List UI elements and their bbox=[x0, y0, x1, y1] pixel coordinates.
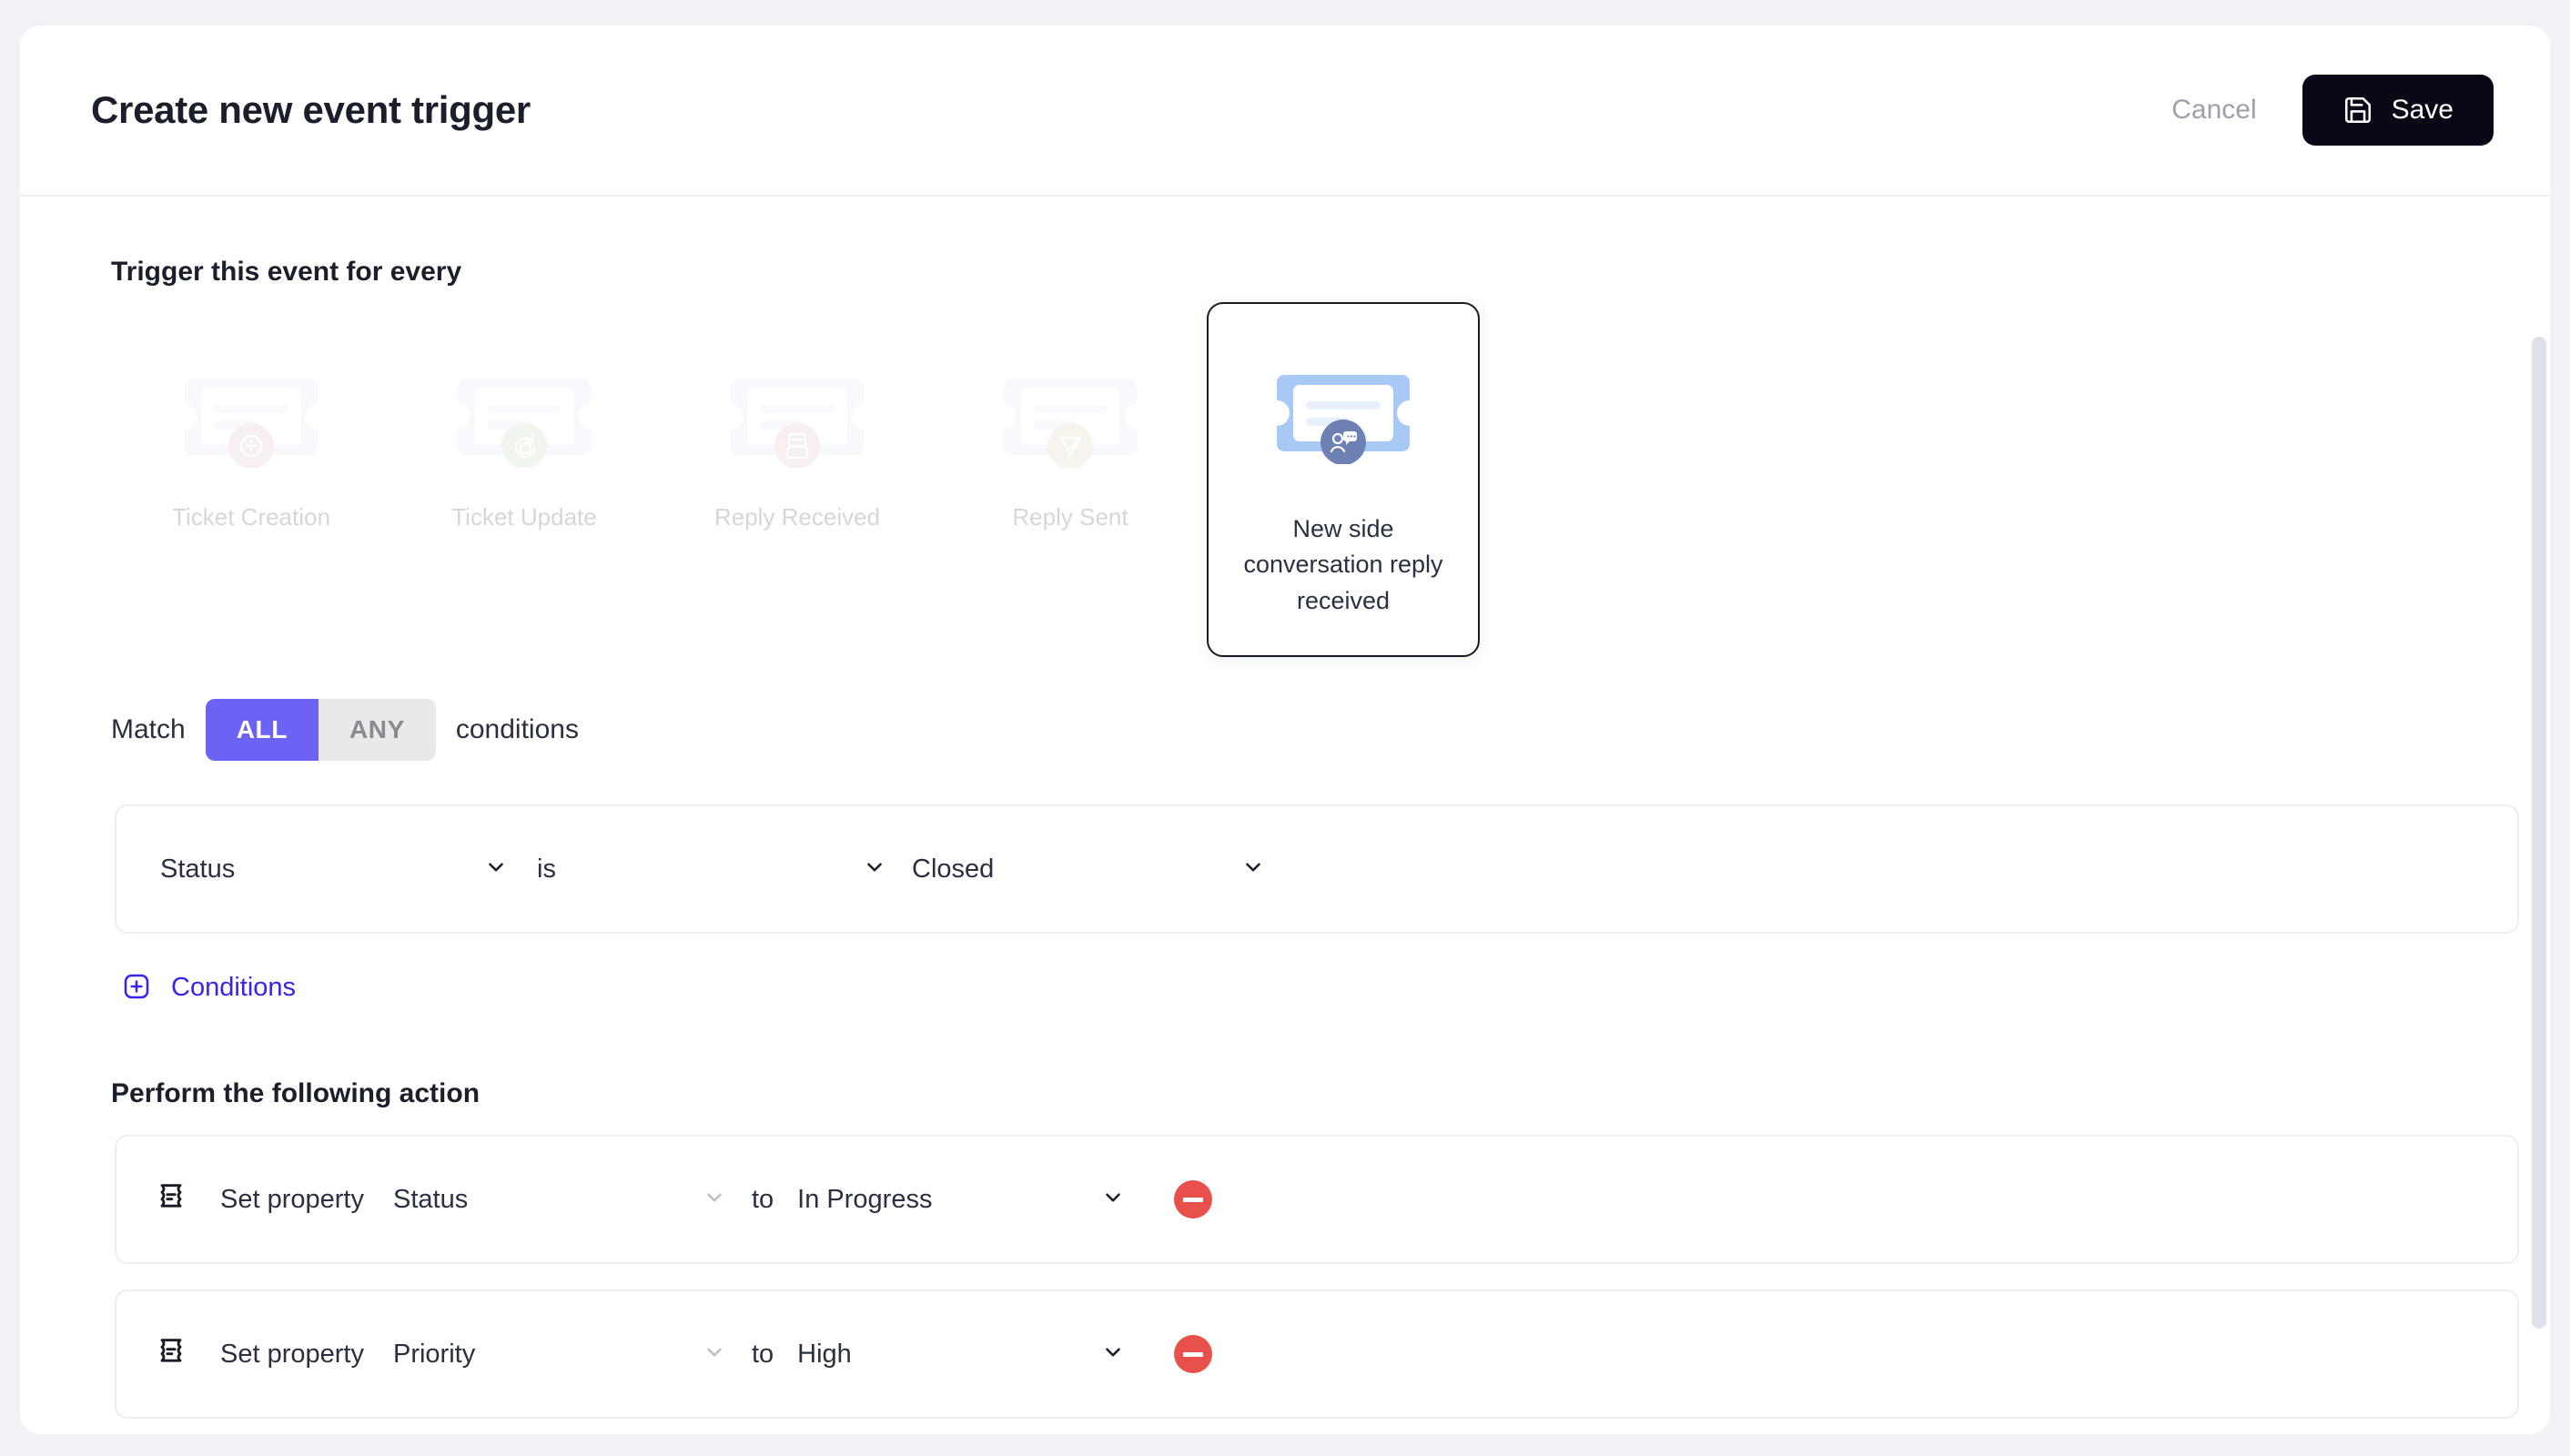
action-value-value: High bbox=[797, 1339, 852, 1369]
match-conditions-row: Match ALL ANY conditions bbox=[20, 699, 2550, 761]
action-row: Set property Priority to High bbox=[115, 1289, 2519, 1419]
trigger-card-label: Reply Sent bbox=[1012, 503, 1128, 531]
condition-value-value: Closed bbox=[912, 854, 995, 884]
condition-operator-value: is bbox=[537, 854, 556, 884]
add-conditions-label: Conditions bbox=[171, 973, 297, 1002]
trigger-card-reply-received[interactable]: Reply Received bbox=[661, 315, 934, 564]
page-scrollbar-track[interactable] bbox=[2532, 0, 2570, 1456]
trigger-card-ticket-creation[interactable]: Ticket Creation bbox=[115, 315, 388, 564]
action-value-select[interactable]: High bbox=[797, 1340, 1134, 1370]
action-verb-label: Set property bbox=[220, 1184, 364, 1214]
ticket-outline-icon bbox=[153, 1334, 189, 1375]
page-title: Create new event trigger bbox=[91, 88, 531, 131]
condition-property-select[interactable]: Status bbox=[138, 854, 521, 885]
trigger-card-reply-sent[interactable]: Reply Sent bbox=[934, 315, 1207, 564]
action-verb-label: Set property bbox=[220, 1339, 364, 1369]
action-property-value: Status bbox=[392, 1184, 469, 1214]
condition-property-value: Status bbox=[160, 854, 236, 884]
chevron-down-icon bbox=[703, 1186, 726, 1214]
cancel-button[interactable]: Cancel bbox=[2168, 86, 2260, 135]
actions-section-heading: Perform the following action bbox=[111, 1078, 481, 1108]
chevron-down-icon bbox=[863, 855, 886, 884]
chevron-down-icon bbox=[484, 855, 508, 884]
match-mode-all-button[interactable]: ALL bbox=[205, 699, 319, 761]
action-value-value: In Progress bbox=[797, 1184, 933, 1214]
ticket-creation-icon bbox=[179, 366, 323, 469]
save-button[interactable]: Save bbox=[2302, 75, 2494, 146]
match-prefix-label: Match bbox=[111, 714, 186, 744]
minus-circle-icon bbox=[1183, 1351, 1204, 1357]
page-scrollbar-thumb[interactable] bbox=[2532, 337, 2546, 1329]
ticket-update-icon bbox=[452, 366, 596, 469]
trigger-card-label: Reply Received bbox=[713, 503, 881, 531]
floppy-disk-icon bbox=[2342, 95, 2373, 126]
trigger-section-label: Trigger this event for every bbox=[111, 257, 462, 287]
condition-row: Status is Closed bbox=[115, 804, 2519, 934]
reply-sent-icon bbox=[998, 366, 1142, 469]
chevron-down-icon bbox=[703, 1340, 726, 1369]
action-value-select[interactable]: In Progress bbox=[797, 1185, 1134, 1215]
chevron-down-icon bbox=[1101, 1340, 1125, 1369]
chevron-down-icon bbox=[1241, 855, 1265, 884]
trigger-card-new-side-conversation-reply-received[interactable]: New side conversation reply received bbox=[1207, 302, 1480, 657]
save-button-label: Save bbox=[2391, 95, 2454, 125]
action-property-select[interactable]: Priority bbox=[393, 1340, 739, 1370]
ticket-outline-icon bbox=[153, 1179, 189, 1220]
condition-operator-select[interactable]: is bbox=[521, 854, 895, 885]
create-event-trigger-sheet: Create new event trigger Cancel Save Tri… bbox=[20, 25, 2550, 1434]
remove-action-button[interactable] bbox=[1174, 1335, 1213, 1373]
trigger-card-label: Ticket Creation bbox=[172, 503, 330, 531]
plus-square-icon bbox=[122, 972, 151, 1004]
match-mode-any-button[interactable]: ANY bbox=[318, 699, 436, 761]
trigger-card-label: New side conversation reply received bbox=[1243, 515, 1443, 614]
action-connector-label: to bbox=[751, 1184, 774, 1214]
dialog-body: Trigger this event for every Ticket Crea… bbox=[20, 197, 2550, 1432]
trigger-card-label: Ticket Update bbox=[451, 503, 597, 531]
match-suffix-label: conditions bbox=[455, 714, 579, 744]
reply-received-icon bbox=[725, 366, 869, 469]
condition-value-select[interactable]: Closed bbox=[895, 854, 1278, 885]
remove-action-button[interactable] bbox=[1174, 1180, 1213, 1218]
minus-circle-icon bbox=[1183, 1197, 1204, 1202]
action-row: Set property Status to In Progress bbox=[115, 1135, 2519, 1264]
chevron-down-icon bbox=[1101, 1186, 1125, 1214]
trigger-card-ticket-update[interactable]: Ticket Update bbox=[388, 315, 661, 564]
add-conditions-button[interactable]: Conditions bbox=[20, 972, 296, 1004]
side-conversation-reply-icon bbox=[1271, 362, 1415, 465]
header-actions: Cancel Save bbox=[2168, 75, 2494, 146]
action-property-value: Priority bbox=[392, 1339, 476, 1369]
trigger-card-row: Ticket Creation Ticket Update Reply Rece… bbox=[20, 302, 2550, 688]
match-mode-toggle: ALL ANY bbox=[205, 699, 436, 761]
action-connector-label: to bbox=[751, 1339, 774, 1369]
dialog-header: Create new event trigger Cancel Save bbox=[20, 25, 2550, 197]
action-property-select[interactable]: Status bbox=[393, 1185, 739, 1215]
